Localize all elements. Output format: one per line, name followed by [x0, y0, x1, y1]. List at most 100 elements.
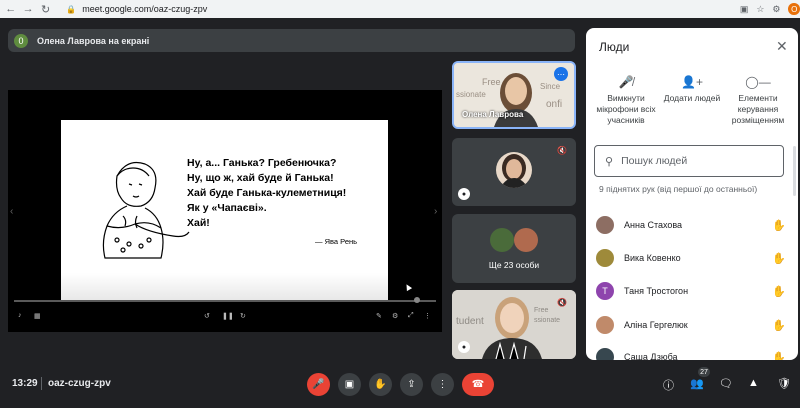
people-count-badge: 27: [698, 367, 710, 377]
slide-line: Хай буде Ганька-кулеметниця!: [187, 187, 347, 199]
forward-icon[interactable]: →: [21, 2, 34, 16]
present-button[interactable]: ⇪: [400, 373, 423, 396]
participant-row[interactable]: Вика Ковенко ✋: [596, 247, 786, 269]
extension-icon[interactable]: ⚙: [772, 4, 780, 15]
slide-line: Ну, що ж, хай буде й Ганька!: [187, 172, 334, 184]
chat-icon[interactable]: 🗨: [719, 377, 733, 390]
participant-name: Анна Стахова: [624, 220, 683, 230]
participant-tile[interactable]: 🔇 ●: [452, 138, 576, 206]
raised-hand-icon[interactable]: ✋: [772, 219, 786, 232]
volume-icon[interactable]: ♪: [18, 312, 22, 319]
reload-icon[interactable]: ↻: [39, 2, 52, 16]
avatar: [596, 348, 614, 360]
slide-shadow: [61, 273, 388, 301]
mute-all-button[interactable]: 🎤̸ Вимкнути мікрофони всіх учасників: [588, 75, 664, 126]
participant-row[interactable]: T Таня Тростогон ✋: [596, 280, 786, 302]
shared-screen: Ну, а... Ганька? Гребенючка? Ну, що ж, х…: [8, 90, 442, 332]
slide-text: Ну, а... Ганька? Гребенючка? Ну, що ж, х…: [187, 156, 387, 231]
more-options-button[interactable]: ⋮: [431, 373, 454, 396]
settings-icon[interactable]: ⚙: [392, 312, 398, 320]
mic-toggle-button[interactable]: 🎤: [307, 373, 330, 396]
search-input[interactable]: [621, 155, 762, 167]
mic-off-icon: 🔇: [557, 297, 567, 307]
fullscreen-icon[interactable]: ⤢: [408, 312, 414, 320]
panel-scrollbar[interactable]: [793, 146, 796, 196]
presentation-slide: Ну, а... Ганька? Гребенючка? Ну, що ж, х…: [61, 120, 388, 301]
raised-hand-icon[interactable]: ✋: [772, 252, 786, 265]
more-options-icon[interactable]: ⋯: [554, 67, 568, 81]
raise-hand-button[interactable]: ✋: [369, 373, 392, 396]
participant-tile-speaker[interactable]: Free ssionate Since onfi ⋯ Олена Лаврова: [452, 61, 576, 129]
prev-slide-icon[interactable]: ‹: [10, 206, 13, 217]
mic-off-icon: 🔇: [557, 145, 567, 155]
video-progress-bar[interactable]: [14, 300, 436, 302]
participant-name: Аліна Гергелюк: [624, 320, 688, 330]
present-screen-icon: ⇪: [407, 379, 416, 390]
toggle-icon: ◯—: [745, 75, 771, 89]
address-bar[interactable]: 🔒 meet.google.com/oaz-czug-zpv: [60, 2, 732, 16]
raised-hand-icon[interactable]: ✋: [772, 319, 786, 332]
slide-line: Хай!: [187, 217, 210, 229]
info-icon[interactable]: ⓘ: [663, 377, 674, 393]
search-icon: ⚲: [605, 155, 614, 168]
participant-row[interactable]: Аліна Гергелюк ✋: [596, 314, 786, 336]
others-tile[interactable]: Ще 23 особи: [452, 214, 576, 283]
svg-text:ssionate: ssionate: [456, 90, 486, 99]
bookmark-star-icon[interactable]: ☆: [756, 4, 764, 15]
participant-row[interactable]: Анна Стахова ✋: [596, 214, 786, 236]
host-controls-button[interactable]: ◯— Елементи керування розміщенням: [720, 75, 796, 126]
pause-icon[interactable]: ❚❚: [222, 312, 234, 320]
participant-tile[interactable]: tudent Free ssionate 🔇 ●: [452, 290, 576, 359]
phone-end-icon: ☎: [471, 379, 485, 390]
edit-icon[interactable]: ✎: [376, 312, 382, 320]
avatar: [596, 216, 614, 234]
audio-level-icon: ●: [458, 188, 470, 200]
svg-text:ssionate: ssionate: [534, 317, 560, 324]
audio-level-icon: ●: [458, 341, 470, 353]
host-controls-icon[interactable]: 🛡: [777, 377, 791, 390]
avatar: T: [596, 282, 614, 300]
action-label: Вимкнути мікрофони всіх учасників: [596, 93, 656, 125]
avatar: [514, 228, 538, 252]
camera-toggle-button[interactable]: ▣: [338, 373, 361, 396]
camera-permission-icon[interactable]: ▣: [740, 4, 749, 15]
options-icon[interactable]: ⋮: [424, 312, 431, 320]
browser-toolbar: ← → ↻ 🔒 meet.google.com/oaz-czug-zpv ▣ ☆…: [0, 0, 800, 18]
add-people-button[interactable]: 👤+ Додати людей: [654, 75, 730, 104]
next-slide-icon[interactable]: ›: [434, 206, 437, 217]
avatar: [490, 228, 514, 252]
mic-off-icon: 🎤̸: [618, 75, 634, 89]
panel-title: Люди: [599, 40, 630, 54]
raised-hand-icon[interactable]: ✋: [772, 351, 786, 361]
hand-icon: ✋: [374, 379, 387, 390]
presenter-banner: 0 Олена Лаврова на екрані: [8, 29, 575, 52]
back-icon[interactable]: ←: [4, 2, 17, 16]
presenter-label: Олена Лаврова на екрані: [37, 35, 150, 46]
participant-name: Таня Тростогон: [624, 286, 689, 296]
people-icon[interactable]: 👥: [690, 377, 704, 390]
forward-skip-icon[interactable]: ↻: [240, 312, 246, 320]
search-box[interactable]: ⚲: [594, 145, 784, 177]
participant-name: Саша Дзюба: [624, 352, 678, 360]
video-progress-handle[interactable]: [414, 297, 420, 303]
svg-text:Since: Since: [540, 82, 561, 91]
leave-call-button[interactable]: ☎: [462, 373, 494, 396]
raised-hands-heading: 9 піднятих рук (від першої до останньої): [599, 184, 758, 194]
close-icon[interactable]: ✕: [776, 38, 788, 55]
clock: 13:29: [12, 378, 38, 389]
raised-hand-icon[interactable]: ✋: [772, 285, 786, 298]
others-count-label: Ще 23 особи: [488, 260, 540, 270]
action-label: Елементи керування розміщенням: [731, 93, 785, 125]
svg-text:Free: Free: [534, 307, 549, 314]
participant-row[interactable]: Саша Дзюба ✋: [596, 346, 786, 360]
profile-avatar[interactable]: O: [788, 3, 800, 15]
slide-illustration: [102, 161, 190, 259]
rewind-icon[interactable]: ↺: [204, 312, 210, 320]
captions-icon[interactable]: ▦: [34, 312, 41, 320]
url-text: meet.google.com/oaz-czug-zpv: [82, 4, 208, 14]
svg-text:tudent: tudent: [456, 316, 484, 327]
camera-icon: ▣: [344, 379, 355, 390]
avatar: [596, 316, 614, 334]
mouse-cursor: [403, 282, 413, 292]
activities-icon[interactable]: ▲: [748, 377, 759, 389]
